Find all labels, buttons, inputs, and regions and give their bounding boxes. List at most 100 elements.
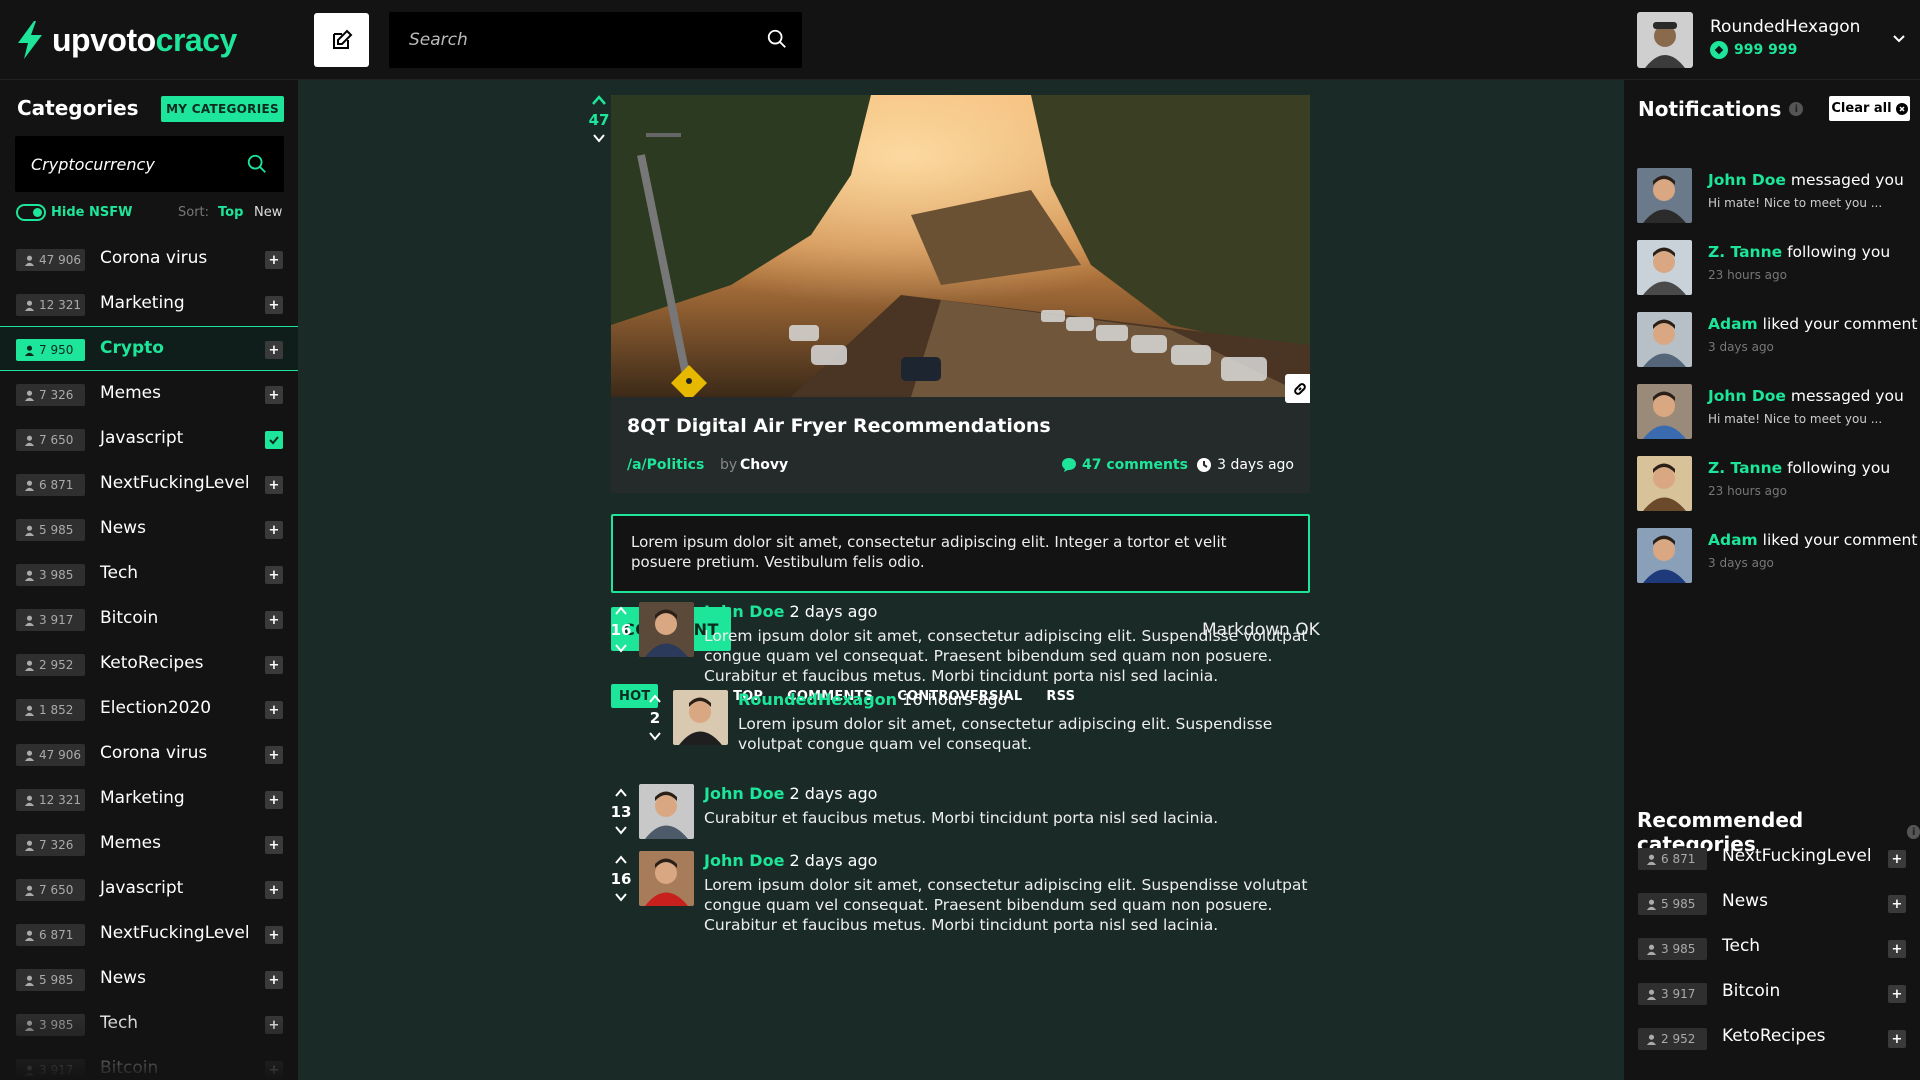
upvote-icon[interactable] — [590, 93, 608, 107]
downvote-icon[interactable] — [614, 824, 628, 836]
category-item[interactable]: 47 906 Corona virus + — [0, 731, 298, 776]
category-item[interactable]: 7 326 Memes + — [0, 821, 298, 866]
plus-icon[interactable]: + — [1888, 1030, 1906, 1048]
plus-icon[interactable]: + — [265, 566, 283, 584]
comment-author-link[interactable]: John Doe — [704, 784, 784, 803]
copy-link-button[interactable] — [1285, 374, 1310, 403]
sort-new-option[interactable]: New — [254, 205, 282, 220]
upvote-icon[interactable] — [648, 693, 662, 705]
commenter-avatar[interactable] — [639, 602, 694, 657]
upvote-icon[interactable] — [614, 854, 628, 866]
plus-icon[interactable]: + — [265, 296, 283, 314]
hide-nsfw-toggle[interactable] — [16, 204, 46, 221]
my-categories-button[interactable]: MY CATEGORIES — [161, 96, 284, 122]
category-item[interactable]: 3 917 Bitcoin + — [0, 596, 298, 641]
category-item[interactable]: 7 326 Memes + — [0, 371, 298, 416]
category-item[interactable]: 5 985 News + — [0, 506, 298, 551]
category-item[interactable]: 47 906 Corona virus + — [0, 236, 298, 281]
commenter-avatar[interactable] — [639, 851, 694, 906]
plus-icon[interactable]: + — [265, 881, 283, 899]
downvote-icon[interactable] — [648, 730, 662, 742]
plus-icon[interactable]: + — [265, 476, 283, 494]
notification-user[interactable]: John Doe — [1708, 171, 1786, 189]
tab-rss[interactable]: RSS — [1038, 684, 1083, 708]
post-title[interactable]: 8QT Digital Air Fryer Recommendations — [627, 415, 1051, 437]
recommended-category-item[interactable]: 3 917 Bitcoin + — [1624, 971, 1920, 1016]
plus-icon[interactable]: + — [1888, 985, 1906, 1003]
plus-icon[interactable]: + — [265, 611, 283, 629]
recommended-category-item[interactable]: 5 985 News + — [1624, 881, 1920, 926]
comment-author-link[interactable]: John Doe — [704, 602, 784, 621]
notification-user[interactable]: Adam — [1708, 315, 1758, 333]
category-item[interactable]: 6 871 NextFuckingLevel + — [0, 911, 298, 956]
plus-icon[interactable]: + — [265, 521, 283, 539]
plus-icon[interactable]: + — [1888, 940, 1906, 958]
post-image[interactable] — [611, 95, 1310, 397]
post-author-link[interactable]: Chovy — [740, 457, 788, 473]
downvote-icon[interactable] — [591, 132, 607, 144]
category-search-input[interactable] — [31, 136, 231, 192]
plus-icon[interactable]: + — [265, 656, 283, 674]
category-item[interactable]: 12 321 Marketing + — [0, 281, 298, 326]
plus-icon[interactable]: + — [265, 926, 283, 944]
user-menu[interactable]: RoundedHexagon 999 999 — [1637, 12, 1907, 68]
category-item[interactable]: 7 650 Javascript — [0, 416, 298, 461]
category-item[interactable]: 7 950 Crypto + — [0, 326, 298, 371]
commenter-avatar[interactable] — [639, 784, 694, 839]
hide-nsfw-label[interactable]: Hide NSFW — [51, 205, 132, 220]
post-comments-link[interactable]: 47 comments — [1061, 457, 1188, 473]
downvote-icon[interactable] — [614, 642, 628, 654]
member-count: 5 985 — [39, 523, 74, 537]
new-post-button[interactable] — [314, 13, 369, 67]
recommended-category-item[interactable]: 3 985 Tech + — [1624, 926, 1920, 971]
plus-icon[interactable]: + — [265, 791, 283, 809]
upvote-icon[interactable] — [614, 787, 628, 799]
plus-icon[interactable]: + — [265, 341, 283, 359]
notification-item[interactable]: Z. Tanne following you 23 hours ago — [1637, 240, 1907, 296]
upvote-icon[interactable] — [614, 605, 628, 617]
notification-item[interactable]: John Doe messaged you Hi mate! Nice to me… — [1637, 168, 1907, 224]
plus-icon[interactable]: + — [265, 386, 283, 404]
notification-user[interactable]: Z. Tanne — [1708, 243, 1782, 261]
category-item[interactable]: 5 985 News + — [0, 956, 298, 1001]
notification-user[interactable]: John Doe — [1708, 387, 1786, 405]
commenter-avatar[interactable] — [673, 690, 728, 745]
logo[interactable]: upvoto cracy — [16, 20, 237, 60]
recommended-category-item[interactable]: 6 871 NextFuckingLevel + — [1624, 836, 1920, 881]
clear-all-button[interactable]: Clear all — [1829, 96, 1910, 121]
downvote-icon[interactable] — [614, 891, 628, 903]
notification-item[interactable]: Z. Tanne following you 23 hours ago — [1637, 456, 1907, 512]
plus-icon[interactable]: + — [265, 971, 283, 989]
chevron-down-icon[interactable] — [1891, 30, 1907, 46]
plus-icon[interactable]: + — [265, 251, 283, 269]
plus-icon[interactable]: + — [265, 746, 283, 764]
plus-icon[interactable]: + — [1888, 850, 1906, 868]
notification-avatar — [1637, 168, 1692, 223]
plus-icon[interactable]: + — [1888, 895, 1906, 913]
notification-item[interactable]: John Doe messaged you Hi mate! Nice to me… — [1637, 384, 1907, 440]
category-item[interactable]: 6 871 NextFuckingLevel + — [0, 461, 298, 506]
search-icon[interactable] — [766, 28, 788, 50]
member-count-badge: 1 852 — [16, 699, 85, 721]
category-item[interactable]: 2 952 KetoRecipes + — [0, 641, 298, 686]
info-icon[interactable]: i — [1789, 102, 1804, 116]
notification-item[interactable]: Adam liked your comment 3 days ago — [1637, 312, 1917, 368]
search-icon[interactable] — [246, 153, 268, 175]
category-item[interactable]: 12 321 Marketing + — [0, 776, 298, 821]
sort-top-option[interactable]: Top — [218, 205, 243, 220]
notification-user[interactable]: Z. Tanne — [1708, 459, 1782, 477]
category-item[interactable]: 7 650 Javascript + — [0, 866, 298, 911]
notification-item[interactable]: Adam liked your comment 3 days ago — [1637, 528, 1917, 584]
search-input[interactable] — [409, 12, 749, 68]
comment-author-link[interactable]: RoundedHexagon — [738, 690, 897, 709]
comment-author-link[interactable]: John Doe — [704, 851, 784, 870]
recommended-category-item[interactable]: 2 952 KetoRecipes + — [1624, 1016, 1920, 1061]
plus-icon[interactable]: + — [265, 836, 283, 854]
comment-textarea[interactable]: Lorem ipsum dolor sit amet, consectetur … — [611, 514, 1310, 593]
check-icon[interactable] — [265, 431, 283, 449]
post-subreddit-link[interactable]: /a/Politics — [627, 457, 704, 473]
notification-user[interactable]: Adam — [1708, 531, 1758, 549]
category-item[interactable]: 3 985 Tech + — [0, 551, 298, 596]
plus-icon[interactable]: + — [265, 701, 283, 719]
category-item[interactable]: 1 852 Election2020 + — [0, 686, 298, 731]
